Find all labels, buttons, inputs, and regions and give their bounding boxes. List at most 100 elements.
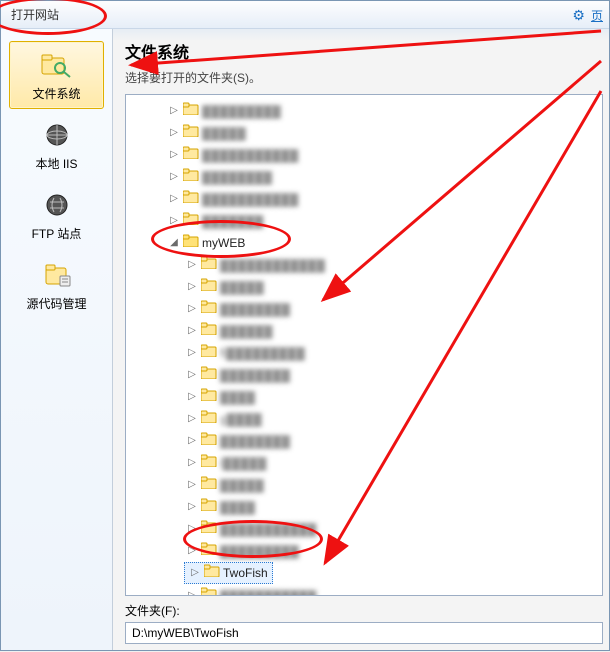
folder-icon xyxy=(201,387,217,407)
folder-icon xyxy=(201,255,217,275)
tree-item[interactable]: ▷ g▓▓▓▓ xyxy=(184,407,602,429)
sidebar-item-label: FTP 站点 xyxy=(32,227,82,241)
tree-item[interactable]: ▷▓▓▓▓▓▓▓▓ xyxy=(184,429,602,451)
expander-icon[interactable]: ▷ xyxy=(168,145,180,165)
tree-item-label: ▓▓▓▓ xyxy=(220,497,255,517)
folder-icon xyxy=(201,497,217,517)
expander-icon[interactable]: ▷ xyxy=(168,101,180,121)
sidebar-item-filesystem[interactable]: 文件系统 xyxy=(9,41,104,109)
tree-item[interactable]: ▷ ▓▓▓▓▓▓▓▓▓ xyxy=(166,99,602,121)
expander-icon[interactable]: ▷ xyxy=(186,299,198,319)
folder-icon xyxy=(201,475,217,495)
sidebar-item-ftp[interactable]: FTP 站点 xyxy=(9,183,104,249)
expander-icon[interactable]: ◢ xyxy=(168,233,180,253)
tree-item-label: i▓▓▓▓▓ xyxy=(220,453,266,473)
tree-item-label: ▓▓▓▓▓▓▓▓ xyxy=(220,299,290,319)
tree-item[interactable]: ▷ ▓▓▓▓▓▓▓▓▓▓▓▓ xyxy=(184,253,602,275)
folder-icon xyxy=(201,409,217,429)
tree-item[interactable]: ▷ fi▓▓▓▓▓▓▓▓▓ xyxy=(184,341,602,363)
tree-item-label: ▓▓▓▓▓ xyxy=(220,475,264,495)
folder-icon xyxy=(201,299,217,319)
main-panel: 文件系统 选择要打开的文件夹(S)。 ▷▓▓▓▓▓▓▓▓▓▷▓▓▓▓▓▷▓▓▓▓… xyxy=(113,29,609,650)
sidebar-item-iis[interactable]: 本地 IIS xyxy=(9,113,104,179)
folder-path-input[interactable] xyxy=(125,622,603,644)
folder-icon xyxy=(183,123,199,143)
globe-icon xyxy=(14,122,99,151)
expander-icon[interactable]: ▷ xyxy=(186,541,198,561)
folder-tree[interactable]: ▷▓▓▓▓▓▓▓▓▓▷▓▓▓▓▓▷▓▓▓▓▓▓▓▓▓▓▓▷▓▓▓▓▓▓▓▓▷▓▓… xyxy=(125,94,603,596)
tree-item[interactable]: ▷▓▓▓▓ xyxy=(184,385,602,407)
sidebar-item-source[interactable]: 源代码管理 xyxy=(9,253,104,319)
tree-item[interactable]: ▷▓▓▓▓▓ xyxy=(166,121,602,143)
expander-icon[interactable]: ▷ xyxy=(189,563,201,583)
folder-icon xyxy=(201,277,217,297)
tree-item[interactable]: ▷▓▓▓▓▓▓▓▓ xyxy=(166,165,602,187)
folder-icon xyxy=(183,211,199,231)
tree-item[interactable]: ▷▓▓▓▓▓ xyxy=(184,275,602,297)
tree-item[interactable]: ▷ ▓▓▓▓▓▓▓▓▓▓▓ xyxy=(166,143,602,165)
expander-icon[interactable]: ▷ xyxy=(186,431,198,451)
tree-item-label: ▓▓▓▓▓▓ xyxy=(220,321,273,341)
folder-icon xyxy=(204,563,220,583)
tree-item[interactable]: ▷ ▓▓▓▓ xyxy=(184,495,602,517)
window-title: 打开网站 xyxy=(11,6,59,23)
expander-icon[interactable]: ▷ xyxy=(186,321,198,341)
folder-icon xyxy=(201,431,217,451)
tree-item-label: ▓▓▓▓▓▓▓▓▓ xyxy=(220,541,299,561)
tree-item-selected[interactable]: ▷ TwoFish xyxy=(184,561,602,584)
expander-icon[interactable]: ▷ xyxy=(186,343,198,363)
help-link[interactable]: 页 xyxy=(591,7,603,24)
tree-item-label: g▓▓▓▓ xyxy=(220,409,262,429)
expander-icon[interactable]: ▷ xyxy=(186,365,198,385)
tree-item[interactable]: ▷ ▓▓▓▓▓▓▓▓ xyxy=(184,297,602,319)
tree-item[interactable]: ▷ i▓▓▓▓▓ xyxy=(184,451,602,473)
dialog-window: 打开网站 ⚙ 页 文件系统 本地 IIS xyxy=(0,0,610,651)
folder-icon xyxy=(201,365,217,385)
sidebar-item-label: 文件系统 xyxy=(32,87,80,101)
tree-item[interactable]: ▷ ▓▓▓▓▓▓▓▓▓ xyxy=(184,539,602,561)
main-subtitle: 选择要打开的文件夹(S)。 xyxy=(125,69,603,86)
tree-item[interactable]: ▷▓▓▓▓▓▓▓▓ xyxy=(184,363,602,385)
tree-item[interactable]: ▷▓▓▓▓▓▓▓ xyxy=(166,209,602,231)
expander-icon[interactable]: ▷ xyxy=(168,211,180,231)
tree-item[interactable]: ▷ ▓▓▓▓▓ xyxy=(184,473,602,495)
expander-icon[interactable]: ▷ xyxy=(186,387,198,407)
tree-item-label: ▓▓▓▓▓▓▓▓▓▓▓ xyxy=(202,189,298,209)
folder-icon xyxy=(183,233,199,253)
main-heading: 文件系统 xyxy=(125,39,603,63)
tree-item-label: myWEB xyxy=(202,233,245,253)
folder-icon xyxy=(201,343,217,363)
expander-icon[interactable]: ▷ xyxy=(186,277,198,297)
expander-icon[interactable]: ▷ xyxy=(186,409,198,429)
expander-icon[interactable]: ▷ xyxy=(186,519,198,539)
sidebar: 文件系统 本地 IIS FTP 站点 源代码管理 xyxy=(1,29,113,650)
tree-item-label: ▓▓▓▓▓▓▓▓▓▓▓▓ xyxy=(220,255,325,275)
sidebar-item-label: 本地 IIS xyxy=(35,157,77,171)
tree-item[interactable]: ▷▓▓▓▓▓▓▓▓▓▓▓ xyxy=(184,584,602,596)
tree-item[interactable]: ◢myWEB▷▓▓▓▓▓▓▓▓▓▓▓▓▷▓▓▓▓▓▷▓▓▓▓▓▓▓▓▷▓▓▓▓▓… xyxy=(166,231,602,596)
folder-icon xyxy=(183,167,199,187)
expander-icon[interactable]: ▷ xyxy=(186,475,198,495)
sidebar-item-label: 源代码管理 xyxy=(26,297,86,311)
dialog-body: 文件系统 本地 IIS FTP 站点 源代码管理 xyxy=(1,29,609,650)
tree-item-label: ▓▓▓▓▓▓▓▓▓▓▓ xyxy=(202,145,298,165)
expander-icon[interactable]: ▷ xyxy=(186,453,198,473)
tree-item[interactable]: ▷ ▓▓▓▓▓▓▓▓▓▓▓ xyxy=(184,517,602,539)
tree-item-label: TwoFish xyxy=(223,563,268,583)
expander-icon[interactable]: ▷ xyxy=(168,123,180,143)
ftp-icon xyxy=(14,192,99,221)
tree-item-label: fi▓▓▓▓▓▓▓▓▓ xyxy=(220,343,305,363)
expander-icon[interactable]: ▷ xyxy=(168,167,180,187)
help-link-area: ⚙ 页 xyxy=(572,7,603,24)
folder-icon xyxy=(183,101,199,121)
expander-icon[interactable]: ▷ xyxy=(186,255,198,275)
expander-icon[interactable]: ▷ xyxy=(168,189,180,209)
tree-item[interactable]: ▷ ▓▓▓▓▓▓ xyxy=(184,319,602,341)
folder-search-icon xyxy=(14,50,99,81)
folder-icon xyxy=(201,453,217,473)
tree-item-label: ▓▓▓▓▓▓▓▓▓ xyxy=(202,101,281,121)
expander-icon[interactable]: ▷ xyxy=(186,497,198,517)
tree-item[interactable]: ▷ ▓▓▓▓▓▓▓▓▓▓▓ xyxy=(166,187,602,209)
expander-icon[interactable]: ▷ xyxy=(186,586,198,596)
tree-item-label: ▓▓▓▓▓▓▓▓▓▓▓ xyxy=(220,519,316,539)
